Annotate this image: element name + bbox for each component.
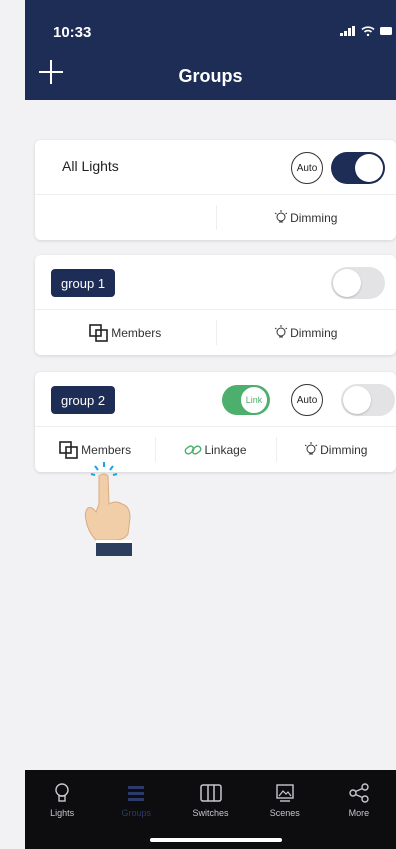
- tap-hand-icon: [84, 462, 132, 556]
- app-header: 10:33 Groups: [25, 0, 396, 100]
- dimming-label: Dimming: [290, 210, 338, 225]
- tab-lights[interactable]: Lights: [25, 770, 99, 849]
- bulb-icon: [274, 324, 288, 337]
- switch-icon: [199, 784, 222, 802]
- link-icon: [185, 444, 202, 455]
- page-title: Groups: [178, 66, 243, 86]
- bulb-icon: [55, 783, 69, 802]
- scenes-icon: [276, 784, 294, 802]
- groups-list: All Lights Auto Dimming group 1 Members …: [25, 100, 396, 770]
- bulb-icon: [304, 441, 318, 454]
- dimming-button[interactable]: Dimming: [275, 427, 396, 472]
- group-2-name[interactable]: group 2: [51, 386, 116, 414]
- tab-label: Lights: [50, 808, 75, 818]
- all-lights-label: All Lights: [62, 158, 119, 174]
- group-2-card: group 2 Link Auto Members Linkage Dimmin…: [35, 372, 396, 472]
- auto-button[interactable]: Auto: [291, 384, 323, 416]
- members-icon: [89, 323, 109, 342]
- members-icon: [59, 440, 78, 459]
- dimming-label: Dimming: [320, 442, 368, 457]
- all-lights-card: All Lights Auto Dimming: [35, 140, 396, 240]
- bulb-icon: [274, 209, 288, 222]
- home-indicator: [150, 838, 282, 842]
- share-icon: [349, 783, 369, 803]
- tab-more[interactable]: More: [322, 770, 396, 849]
- dimming-button[interactable]: Dimming: [215, 195, 396, 240]
- group-1-card: group 1 Members Dimming: [35, 255, 396, 355]
- tab-label: Groups: [121, 808, 152, 818]
- tab-label: More: [348, 808, 370, 818]
- battery-icon: [380, 27, 392, 35]
- link-toggle[interactable]: Link: [222, 385, 270, 415]
- groups-icon: [128, 786, 145, 801]
- group-1-name[interactable]: group 1: [51, 269, 116, 297]
- members-label: Members: [111, 325, 162, 340]
- dimming-label: Dimming: [290, 325, 338, 340]
- group-1-power-toggle[interactable]: [331, 267, 385, 299]
- status-time: 10:33: [53, 24, 92, 41]
- linkage-button[interactable]: Linkage: [155, 427, 275, 472]
- empty-cell: [35, 195, 216, 240]
- all-lights-power-toggle[interactable]: [331, 152, 385, 184]
- members-button[interactable]: Members: [35, 310, 216, 355]
- status-icons: [340, 26, 392, 36]
- group-2-power-toggle[interactable]: [341, 384, 395, 416]
- wifi-icon: [361, 26, 375, 36]
- dimming-button[interactable]: Dimming: [215, 310, 396, 355]
- members-label: Members: [81, 442, 132, 457]
- linkage-label: Linkage: [204, 442, 247, 457]
- link-label: Link: [240, 386, 268, 414]
- auto-button[interactable]: Auto: [291, 152, 323, 184]
- tab-label: Switches: [192, 808, 229, 818]
- tab-label: Scenes: [269, 808, 300, 818]
- signal-icon: [340, 26, 355, 36]
